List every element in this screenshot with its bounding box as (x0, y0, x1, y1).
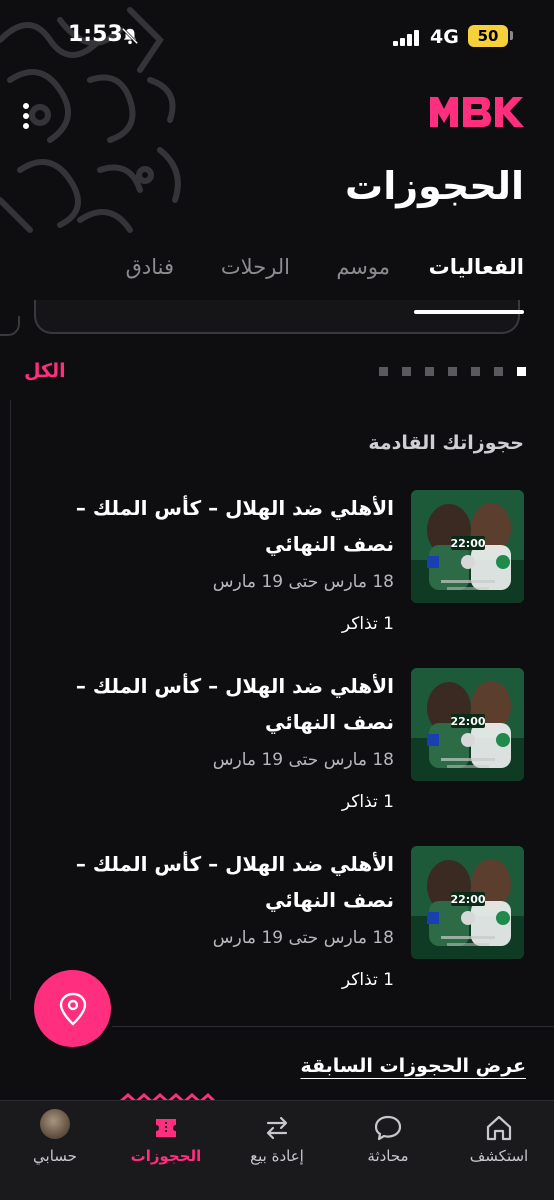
carousel-dot[interactable] (425, 367, 434, 376)
mbk-logo (430, 97, 524, 127)
nav-account-label: حسابي (33, 1147, 77, 1165)
booking-title: الأهلي ضد الهلال – كأس الملك – نصف النها… (75, 674, 394, 734)
carousel-dot[interactable] (494, 367, 503, 376)
battery-indicator: 50 (468, 25, 508, 47)
active-tab-indicator (414, 310, 524, 314)
nav-resale[interactable]: إعادة بيع (222, 1101, 332, 1181)
nav-chat-label: محادثة (367, 1147, 409, 1165)
ticket-icon (156, 1119, 176, 1137)
carousel-dot[interactable] (379, 367, 388, 376)
tab-season[interactable]: موسم (336, 255, 390, 279)
side-rule (10, 400, 11, 1000)
upcoming-section-title: حجوزاتك القادمة (368, 432, 524, 454)
match-poster-thumbnail: 22:00 (411, 846, 524, 959)
thumb-time: 22:00 (450, 715, 485, 728)
carousel-dot[interactable] (448, 367, 457, 376)
booking-item[interactable]: 22:00 الأهلي ضد الهلال – كأس الملك – نصف… (30, 668, 524, 818)
nav-chat[interactable]: محادثة (333, 1101, 443, 1181)
nav-account[interactable]: حسابي (0, 1101, 110, 1181)
tab-events[interactable]: الفعاليات (429, 255, 524, 279)
booking-tickets: 1 تذاكر (341, 792, 394, 812)
carousel-card-edge[interactable] (34, 300, 520, 334)
thumb-time: 22:00 (450, 537, 485, 550)
booking-tickets: 1 تذاكر (341, 970, 394, 990)
booking-item[interactable]: 22:00 الأهلي ضد الهلال – كأس الملك – نصف… (30, 490, 524, 640)
signal-icon (393, 30, 419, 46)
avatar (40, 1109, 70, 1139)
more-vertical-icon[interactable] (22, 103, 30, 129)
nav-explore[interactable]: استكشف (444, 1101, 554, 1181)
booking-title: الأهلي ضد الهلال – كأس الملك – نصف النها… (75, 496, 394, 556)
nav-resale-label: إعادة بيع (250, 1147, 304, 1165)
nav-explore-label: استكشف (469, 1147, 529, 1165)
match-poster-thumbnail: 22:00 (411, 668, 524, 781)
chat-icon (374, 1115, 402, 1141)
carousel-dot[interactable] (517, 367, 526, 376)
page-title: الحجوزات (345, 164, 524, 208)
booking-title: الأهلي ضد الهلال – كأس الملك – نصف النها… (75, 852, 394, 912)
thumb-time: 22:00 (450, 893, 485, 906)
carousel-card-edge-left (0, 316, 20, 336)
nav-bookings[interactable]: الحجوزات (111, 1101, 221, 1181)
status-bar: 1:53 4G 50 (0, 0, 554, 70)
carousel-dots (379, 367, 526, 376)
bottom-navigation: استكشف محادثة إعادة بيع الحجوزات حسابي (0, 1100, 554, 1200)
booking-dates: 18 مارس حتى 19 مارس (212, 572, 394, 592)
battery-tip (510, 31, 513, 40)
nav-bookings-label: الحجوزات (130, 1147, 202, 1165)
carousel-dot[interactable] (471, 367, 480, 376)
past-bookings-link[interactable]: عرض الحجوزات السابقة (300, 1055, 526, 1077)
booking-tickets: 1 تذاكر (341, 614, 394, 634)
location-pin-icon (59, 992, 86, 1026)
home-icon (486, 1115, 512, 1141)
booking-dates: 18 مارس حتى 19 مارس (212, 750, 394, 770)
match-poster-thumbnail: 22:00 (411, 490, 524, 603)
carousel-dot[interactable] (402, 367, 411, 376)
bookings-screen: 1:53 4G 50 الحجوزات الفعاليات موسم الرحل… (0, 0, 554, 1200)
tab-hotels[interactable]: فنادق (126, 255, 174, 279)
status-time: 1:53 (68, 22, 123, 47)
network-label: 4G (430, 26, 459, 48)
section-divider (112, 1026, 554, 1027)
booking-item[interactable]: 22:00 الأهلي ضد الهلال – كأس الملك – نصف… (30, 846, 524, 996)
all-filter-link[interactable]: الكل (24, 360, 66, 382)
tab-trips[interactable]: الرحلات (221, 255, 290, 279)
bell-muted-icon (121, 27, 139, 45)
map-location-button[interactable] (34, 970, 111, 1047)
booking-dates: 18 مارس حتى 19 مارس (212, 928, 394, 948)
resale-arrows-icon (266, 1116, 288, 1140)
